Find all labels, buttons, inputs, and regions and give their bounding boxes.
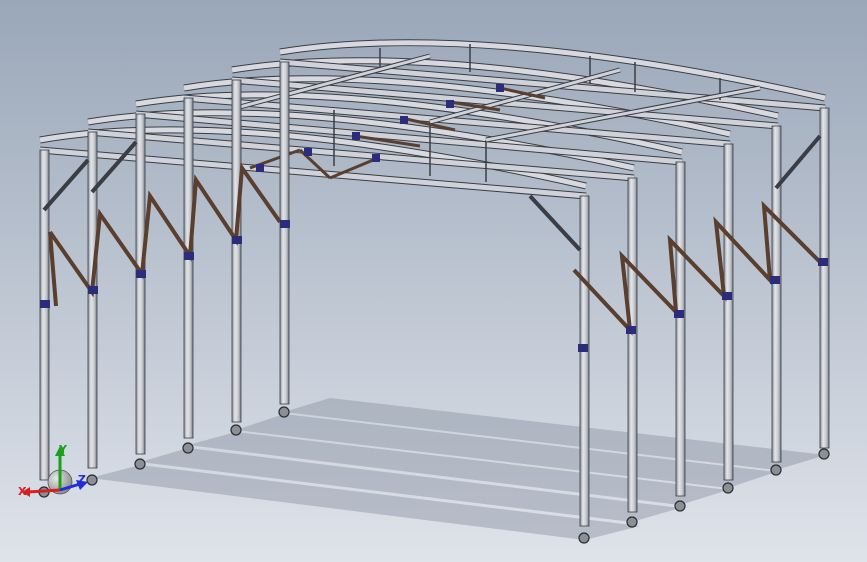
floor-shadows [90, 398, 826, 540]
left-scissor-clamps [40, 220, 290, 308]
left-scissor-braces [48, 162, 282, 307]
right-scissor-braces [572, 200, 822, 336]
y-axis-label: Y [58, 443, 68, 456]
x-axis-arrow [27, 488, 61, 494]
z-axis-label: Z [78, 473, 86, 486]
orientation-triad: Y X Z [18, 443, 88, 498]
x-axis-label: X [18, 485, 27, 498]
tent-frame-model[interactable]: Y X Z [0, 0, 867, 562]
cad-viewport[interactable]: Y X Z [0, 0, 867, 562]
